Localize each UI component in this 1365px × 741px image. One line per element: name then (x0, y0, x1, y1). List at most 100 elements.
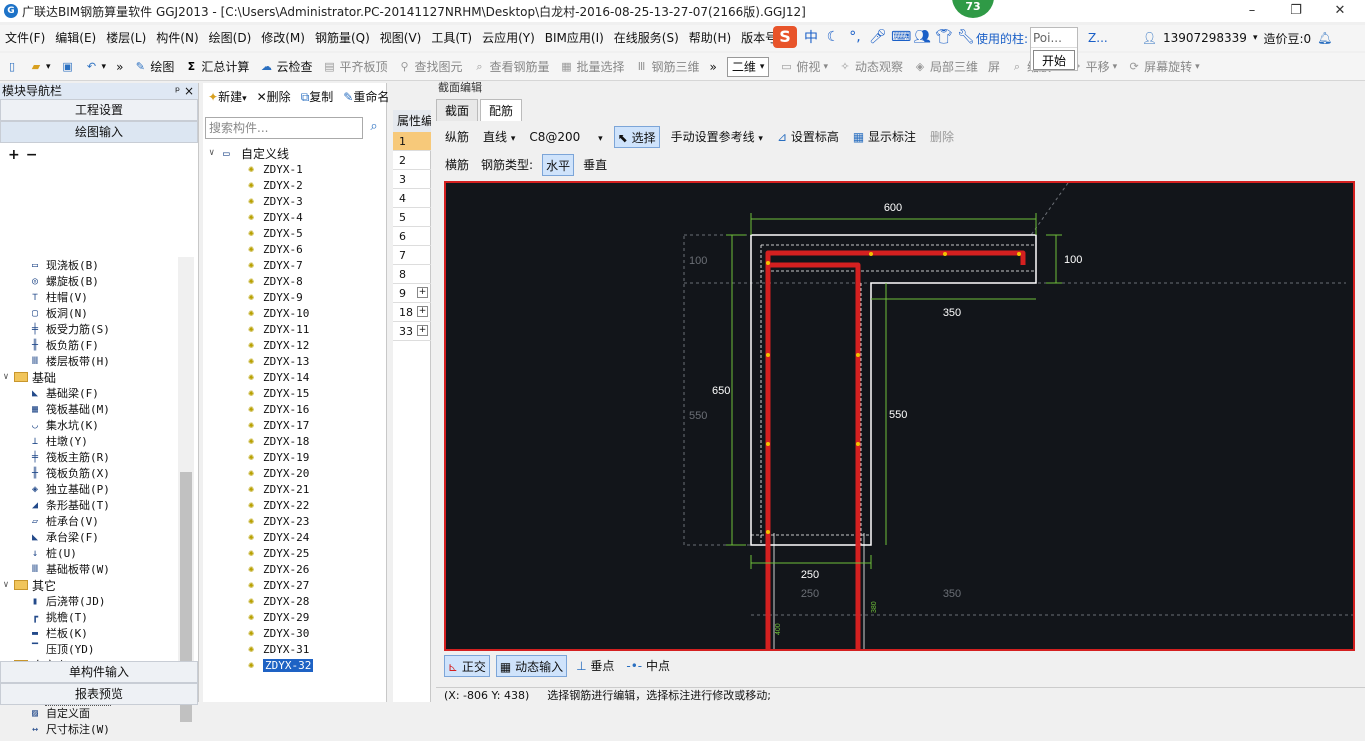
nav-tree-item[interactable]: ◢ 条形基础(T) (0, 497, 178, 513)
component-item[interactable]: ✺ ZDYX-28 (209, 593, 387, 609)
nav-tree-item[interactable]: ◣ 基础梁(F) (0, 385, 178, 401)
component-item[interactable]: ✺ ZDYX-32 (209, 657, 387, 673)
menu-online[interactable]: 在线服务(S) (609, 25, 684, 51)
expand-icon[interactable]: + (417, 325, 428, 336)
menu-modify[interactable]: 修改(M) (256, 25, 310, 51)
component-item[interactable]: ✺ ZDYX-27 (209, 577, 387, 593)
nav-tree-item[interactable]: ◣ 承台梁(F) (0, 529, 178, 545)
new-file-button[interactable]: ▯ (0, 55, 24, 79)
chevron-down-icon[interactable]: ∨ (0, 580, 12, 590)
rename-component-button[interactable]: ✎重命名 (340, 86, 392, 108)
property-row[interactable]: 33 + (393, 322, 431, 341)
component-item[interactable]: ✺ ZDYX-30 (209, 625, 387, 641)
ortho-button[interactable]: ⊾ 正交 (444, 655, 490, 677)
maximize-button[interactable]: ❐ (1274, 0, 1318, 22)
fullscreen-button[interactable]: 屏 (983, 55, 1005, 79)
property-row[interactable]: 9 + (393, 284, 431, 303)
menu-floor[interactable]: 楼层(L) (101, 25, 151, 51)
set-elevation-button[interactable]: ⊿ 设置标高 (774, 126, 842, 148)
find-element-button[interactable]: ⚲ 查找图元 (392, 55, 467, 79)
nav-tree-item[interactable]: ⊤ 柱帽(V) (0, 289, 178, 305)
nav-tree-item[interactable]: ◡ 集水坑(K) (0, 417, 178, 433)
dropdown-arrow-icon[interactable]: ▾ (102, 62, 107, 72)
minimize-button[interactable]: – (1230, 0, 1274, 22)
component-item[interactable]: ✺ ZDYX-8 (209, 273, 387, 289)
perpendicular-snap-button[interactable]: ⊥ 垂点 (573, 655, 617, 677)
nav-tree-item[interactable]: Ⅲ 基础板带(W) (0, 561, 178, 577)
dim-left[interactable]: 650 (712, 385, 730, 397)
copy-component-button[interactable]: ⧉复制 (298, 86, 337, 108)
ime-chinese-toggle[interactable]: 中 (803, 27, 819, 47)
search-icon[interactable]: ⌕ (365, 119, 383, 137)
level-top-button[interactable]: ▤ 平齐板顶 (317, 55, 392, 79)
menu-cloud[interactable]: 云应用(Y) (477, 25, 540, 51)
nav-tree-item[interactable]: ▢ 板洞(N) (0, 305, 178, 321)
component-item[interactable]: ✺ ZDYX-29 (209, 609, 387, 625)
nav-section-single-input[interactable]: 单构件输入 (0, 661, 198, 683)
component-item[interactable]: ✺ ZDYX-1 (209, 161, 387, 177)
midpoint-snap-button[interactable]: -•- 中点 (623, 655, 673, 677)
cloud-check-button[interactable]: ☁ 云检查 (254, 55, 317, 79)
nav-tree-item[interactable]: ▱ 桩承台(V) (0, 513, 178, 529)
component-item[interactable]: ✺ ZDYX-17 (209, 417, 387, 433)
summary-calc-button[interactable]: Σ 汇总计算 (179, 55, 254, 79)
dim-mid[interactable]: 350 (943, 307, 961, 319)
nav-tree-item[interactable]: ┏ 挑檐(T) (0, 609, 178, 625)
component-item[interactable]: ✺ ZDYX-3 (209, 193, 387, 209)
rotate-button[interactable]: ⟳ 屏幕旋转 ▾ (1122, 55, 1205, 79)
delete-rebar-button[interactable]: 删除 (927, 126, 957, 148)
menu-help[interactable]: 帮助(H) (684, 25, 736, 51)
component-item[interactable]: ✺ ZDYX-2 (209, 177, 387, 193)
component-item[interactable]: ✺ ZDYX-4 (209, 209, 387, 225)
component-root[interactable]: ∨ ▭ 自定义线 (209, 145, 387, 161)
menu-file[interactable]: 文件(F) (0, 25, 50, 51)
nav-tree-item[interactable]: ╫ 筏板负筋(X) (0, 465, 178, 481)
menu-view[interactable]: 视图(V) (375, 25, 427, 51)
nav-tree-item[interactable]: ▬ 栏板(K) (0, 625, 178, 641)
nav-tree-item[interactable]: Ⅲ 楼层板带(H) (0, 353, 178, 369)
component-item[interactable]: ✺ ZDYX-25 (209, 545, 387, 561)
properties-tab[interactable]: 属性编 (393, 110, 431, 132)
nav-tree-item[interactable]: ╫ 板负筋(F) (0, 337, 178, 353)
show-dims-button[interactable]: ▦ 显示标注 (850, 126, 919, 148)
component-item[interactable]: ✺ ZDYX-7 (209, 257, 387, 273)
nav-tree-item[interactable]: ▭ 现浇板(B) (0, 257, 178, 273)
component-item[interactable]: ✺ ZDYX-9 (209, 289, 387, 305)
nav-tree-item[interactable]: ╪ 筏板主筋(R) (0, 449, 178, 465)
keyboard-icon[interactable]: ⌨ (891, 29, 911, 45)
wrench-icon[interactable]: 🔧︎ (957, 29, 975, 45)
microphone-icon[interactable]: 🎤︎ (869, 29, 887, 45)
rebar-3d-button[interactable]: Ⅲ 钢筋三维 (630, 55, 705, 79)
user-account[interactable]: 13907298339 (1163, 31, 1247, 45)
nav-tree-item[interactable]: ↔ 尺寸标注(W) (0, 721, 178, 737)
sogou-logo-icon[interactable]: S (773, 26, 797, 48)
longitudinal-button[interactable]: 纵筋 (442, 126, 472, 148)
dynamic-view-button[interactable]: ✧ 动态观察 (833, 55, 908, 79)
nav-tree-item[interactable]: ╪ 板受力筋(S) (0, 321, 178, 337)
property-row[interactable]: 3 (393, 170, 431, 189)
component-item[interactable]: ✺ ZDYX-18 (209, 433, 387, 449)
batch-select-button[interactable]: ▦ 批量选择 (555, 55, 630, 79)
component-item[interactable]: ✺ ZDYX-10 (209, 305, 387, 321)
shirt-icon[interactable]: 👕︎ (935, 29, 953, 45)
nav-tree-item[interactable]: ▦ 筏板基础(M) (0, 401, 178, 417)
nav-tree-item[interactable]: ⊥ 柱墩(Y) (0, 433, 178, 449)
nav-tree-item[interactable]: ↓ 桩(U) (0, 545, 178, 561)
close-button[interactable]: ✕ (1318, 0, 1362, 22)
nav-section-project-settings[interactable]: 工程设置 (0, 99, 198, 121)
component-item[interactable]: ✺ ZDYX-14 (209, 369, 387, 385)
component-item[interactable]: ✺ ZDYX-13 (209, 353, 387, 369)
expand-icon[interactable]: + (417, 306, 428, 317)
save-button[interactable]: ▣ (56, 55, 80, 79)
component-item[interactable]: ✺ ZDYX-21 (209, 481, 387, 497)
menu-component[interactable]: 构件(N) (151, 25, 203, 51)
dim-right-top[interactable]: 100 (1064, 254, 1082, 266)
chevron-down-icon[interactable]: ∨ (0, 372, 12, 382)
rebar-spec-dropdown[interactable]: C8@200 ▾ (526, 126, 605, 148)
toolbar-overflow-2[interactable]: » (705, 55, 722, 79)
horizontal-button[interactable]: 水平 (542, 154, 575, 176)
menu-edit[interactable]: 编辑(E) (50, 25, 101, 51)
chevron-down-icon[interactable]: ∨ (209, 148, 221, 158)
dropdown-arrow-icon[interactable]: ▾ (1253, 33, 1258, 43)
expand-all-icon[interactable]: + (8, 147, 20, 163)
